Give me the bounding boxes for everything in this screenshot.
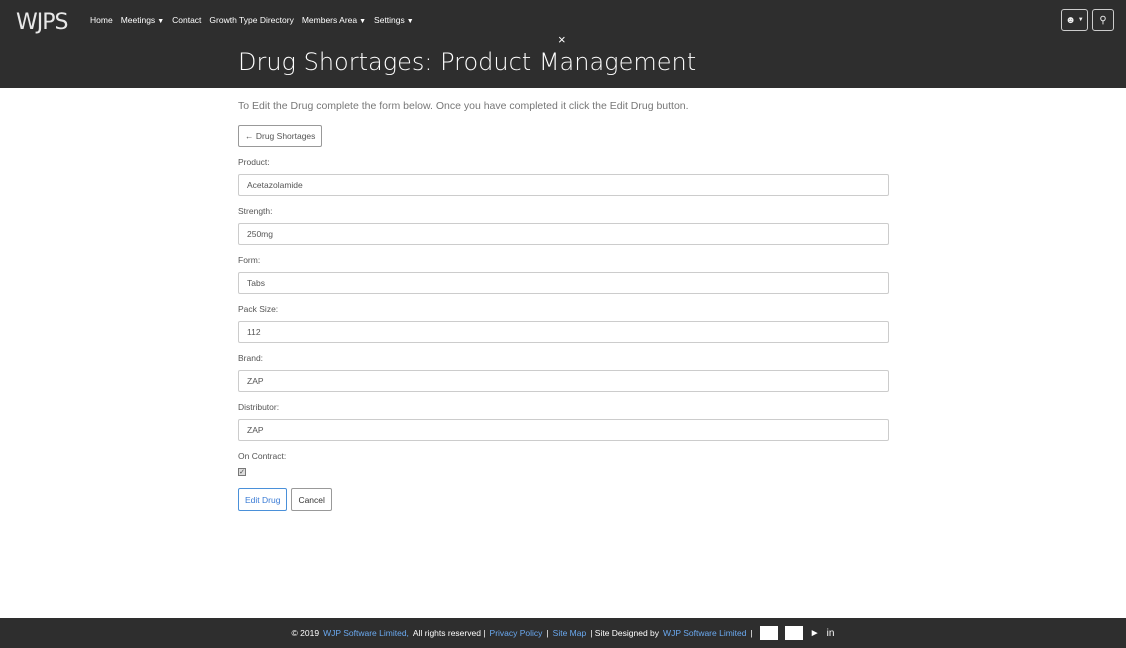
- cancel-button[interactable]: Cancel: [291, 488, 332, 511]
- nav-meetings-label: Meetings: [120, 15, 156, 25]
- nav-home[interactable]: Home: [90, 15, 113, 25]
- edit-drug-form: To Edit the Drug complete the form below…: [238, 100, 889, 511]
- on-contract-label: On Contract:: [238, 451, 287, 461]
- close-icon[interactable]: ×: [558, 32, 566, 47]
- pack-size-field[interactable]: 112: [238, 321, 889, 343]
- form-label: Form:: [238, 255, 261, 265]
- designer-link[interactable]: WJP Software Limited: [663, 628, 746, 638]
- nav-contact[interactable]: Contact: [172, 15, 201, 25]
- nav-settings[interactable]: Settings ▼: [374, 15, 414, 25]
- nav-growth-type-directory[interactable]: Growth Type Directory: [209, 15, 293, 25]
- nav-meetings[interactable]: Meetings ▼: [121, 15, 164, 25]
- top-navbar: WJPS Home Meetings ▼ Contact Growth Type …: [0, 0, 1126, 88]
- on-contract-checkbox[interactable]: ✓: [238, 468, 246, 476]
- product-label: Product:: [238, 157, 270, 167]
- brand-field[interactable]: ZAP: [238, 370, 889, 392]
- user-icon: ☻: [1065, 14, 1076, 26]
- page-title: Drug Shortages: Product Management: [238, 48, 697, 76]
- iso-9001-badge: [759, 626, 778, 640]
- nav-members-area[interactable]: Members Area ▼: [302, 15, 366, 25]
- site-map-link[interactable]: Site Map: [553, 628, 587, 638]
- separator: |: [546, 628, 549, 638]
- twitter-icon[interactable]: ►: [810, 628, 820, 639]
- main-nav: Home Meetings ▼ Contact Growth Type Direc…: [90, 15, 414, 25]
- copyright-text: © 2019: [291, 628, 320, 638]
- linkedin-icon[interactable]: in: [827, 628, 835, 639]
- caret-down-icon: ▼: [406, 18, 414, 25]
- edit-drug-button[interactable]: Edit Drug: [238, 488, 288, 511]
- caret-down-icon: ▼: [359, 18, 367, 25]
- search-button[interactable]: ⚲: [1092, 9, 1114, 31]
- footer: © 2019 WJP Software Limited, All rights …: [0, 618, 1126, 648]
- caret-down-icon: ▼: [1077, 17, 1084, 23]
- caret-down-icon: ▼: [157, 18, 165, 25]
- privacy-policy-link[interactable]: Privacy Policy: [490, 628, 543, 638]
- header-controls: ☻ ▼ ⚲: [1061, 9, 1114, 31]
- designed-by-text: | Site Designed by: [590, 628, 660, 638]
- distributor-field[interactable]: ZAP: [238, 419, 889, 441]
- rights-text: All rights reserved |: [412, 628, 486, 638]
- brand-label: Brand:: [238, 353, 264, 363]
- form-instructions: To Edit the Drug complete the form below…: [238, 100, 689, 112]
- strength-field[interactable]: 250mg: [238, 223, 889, 245]
- nav-members-area-label: Members Area: [301, 15, 358, 25]
- form-actions: Edit Drug Cancel: [238, 488, 889, 511]
- nav-settings-label: Settings: [374, 15, 405, 25]
- distributor-label: Distributor:: [238, 402, 280, 412]
- strength-label: Strength:: [238, 206, 273, 216]
- site-logo[interactable]: WJPS: [16, 10, 68, 35]
- user-menu-button[interactable]: ☻ ▼: [1061, 9, 1088, 31]
- product-field[interactable]: Acetazolamide: [238, 174, 889, 196]
- form-field[interactable]: Tabs: [238, 272, 889, 294]
- back-to-drug-shortages-button[interactable]: ← Drug Shortages: [238, 125, 323, 147]
- separator: |: [750, 628, 753, 638]
- pack-size-label: Pack Size:: [238, 304, 279, 314]
- iso-27001-badge: [784, 626, 803, 640]
- company-link[interactable]: WJP Software Limited,: [323, 628, 409, 638]
- search-icon: ⚲: [1099, 14, 1107, 26]
